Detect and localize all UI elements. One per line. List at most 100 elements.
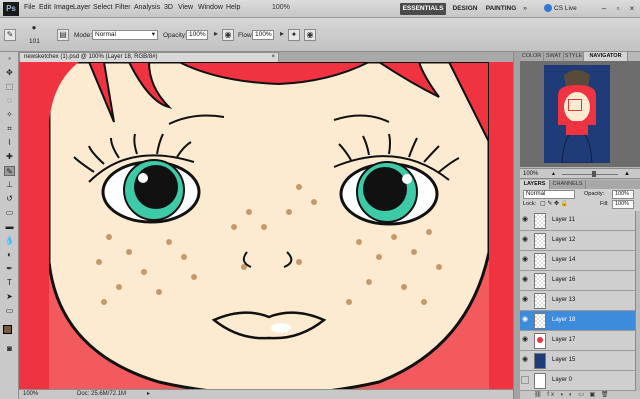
flow-input[interactable]: 100% xyxy=(252,30,274,40)
marquee-tool-icon[interactable]: ⬚ xyxy=(4,82,15,92)
visibility-eye-icon[interactable]: ◉ xyxy=(521,316,529,324)
menu-analysis[interactable]: Analysis xyxy=(134,4,160,11)
navigator-view-box[interactable] xyxy=(568,99,582,111)
brush-tool-icon[interactable]: ✎ xyxy=(4,166,15,176)
visibility-eye-icon[interactable]: ◉ xyxy=(521,336,529,344)
pressure-opacity-icon[interactable]: ◉ xyxy=(222,29,234,41)
layers-scrollbar[interactable] xyxy=(635,211,640,391)
zoom-out-icon[interactable]: ▴ xyxy=(552,169,555,179)
blend-mode-select[interactable]: Normal xyxy=(523,190,575,199)
tab-layers[interactable]: LAYERS xyxy=(520,180,550,189)
appbar-zoom-value[interactable]: 100% xyxy=(272,4,290,11)
maximize-icon[interactable]: ▫ xyxy=(612,3,624,14)
layer-name: Layer 17 xyxy=(552,337,576,343)
clone-stamp-tool-icon[interactable]: ⊥ xyxy=(4,180,15,190)
visibility-eye-icon[interactable]: ◉ xyxy=(521,236,529,244)
zoom-slider-thumb[interactable] xyxy=(592,171,596,177)
menu-help[interactable]: Help xyxy=(226,4,240,11)
tab-channels[interactable]: CHANNELS xyxy=(550,180,586,189)
workspace-essentials-button[interactable]: ESSENTIALS xyxy=(400,3,446,15)
zoom-in-icon[interactable]: ▲ xyxy=(624,169,630,179)
close-icon[interactable]: × xyxy=(626,3,638,14)
menu-select[interactable]: Select xyxy=(93,4,112,11)
foreground-color-swatch[interactable] xyxy=(3,325,12,334)
navigator-view[interactable] xyxy=(520,61,640,167)
gradient-tool-icon[interactable]: ▬ xyxy=(4,222,15,232)
layers-footer-icons[interactable]: ⛓ fx ◑ ◐ ▭ ▣ 🗑 xyxy=(520,391,640,399)
layer-name: Layer 12 xyxy=(552,237,576,243)
canvas[interactable] xyxy=(19,62,513,389)
cs-live-button[interactable]: CS Live xyxy=(544,3,577,15)
layers-opacity-input[interactable]: 100% xyxy=(612,190,634,199)
workspace-more-button[interactable]: » xyxy=(520,3,530,15)
mode-select[interactable]: Normal ▾ xyxy=(92,30,158,40)
zoom-slider[interactable] xyxy=(562,174,618,175)
left-pupil xyxy=(134,165,178,209)
type-tool-icon[interactable]: T xyxy=(4,278,15,288)
crop-tool-icon[interactable]: ⌗ xyxy=(4,124,15,134)
pressure-size-icon[interactable]: ◉ xyxy=(304,29,316,41)
visibility-eye-icon[interactable]: ◉ xyxy=(521,216,529,224)
workspace-design-button[interactable]: DESIGN xyxy=(450,3,480,15)
status-zoom[interactable]: 100% xyxy=(23,390,38,399)
layer-row[interactable]: ◉ Layer 16 xyxy=(520,271,635,291)
menu-image[interactable]: Image xyxy=(54,4,73,11)
navigator-zoom-value[interactable]: 100% xyxy=(523,169,538,179)
layer-row[interactable]: ◉ Layer 17 xyxy=(520,331,635,351)
minimize-icon[interactable]: – xyxy=(598,3,610,14)
eraser-tool-icon[interactable]: ▭ xyxy=(4,208,15,218)
tab-navigator[interactable]: NAVIGATOR xyxy=(584,52,628,61)
menu-layer[interactable]: Layer xyxy=(73,4,91,11)
visibility-eye-icon[interactable]: ◉ xyxy=(521,276,529,284)
status-arrow-icon[interactable]: ▸ xyxy=(147,390,150,399)
fill-input[interactable]: 100% xyxy=(612,200,634,209)
mode-label: Mode: xyxy=(74,32,93,39)
opacity-input[interactable]: 100% xyxy=(186,30,208,40)
workspace-painting-button[interactable]: PAINTING xyxy=(484,3,518,15)
menu-view[interactable]: View xyxy=(178,4,193,11)
pen-tool-icon[interactable]: ✒ xyxy=(4,264,15,274)
shape-tool-icon[interactable]: ▭ xyxy=(4,306,15,316)
tab-styles[interactable]: STYLE xyxy=(564,52,584,61)
brush-preset-icon[interactable]: ● xyxy=(28,23,40,35)
history-brush-tool-icon[interactable]: ↺ xyxy=(4,194,15,204)
lasso-tool-icon[interactable]: ◌ xyxy=(4,96,15,106)
move-tool-icon[interactable]: ✥ xyxy=(4,68,15,78)
layer-thumbnail xyxy=(534,313,546,329)
layer-row[interactable]: ◉ Layer 15 xyxy=(520,351,635,371)
tab-color[interactable]: COLOR xyxy=(520,52,544,61)
menu-window[interactable]: Window xyxy=(198,4,223,11)
layer-row[interactable]: ◉ Layer 0 xyxy=(520,371,635,391)
visibility-eye-icon[interactable]: ◉ xyxy=(521,296,529,304)
eyedropper-tool-icon[interactable]: ⌇ xyxy=(4,138,15,148)
collapse-tools-icon[interactable]: » xyxy=(4,54,15,64)
visibility-eye-icon[interactable]: ◉ xyxy=(521,256,529,264)
document-tab[interactable]: newsketchex (1).psd @ 100% (Layer 18, RG… xyxy=(19,52,279,62)
menu-edit[interactable]: Edit xyxy=(39,4,51,11)
dodge-tool-icon[interactable]: ◐ xyxy=(4,250,15,260)
brush-tool-icon[interactable]: ✎ xyxy=(4,29,16,41)
layer-row-selected[interactable]: ◉ Layer 18 xyxy=(520,311,635,331)
quick-mask-icon[interactable]: ◙ xyxy=(4,344,15,354)
right-panel-dock: COLOR SWAT STYLE NAVIGATOR 100% ▴ ▲ LAYE… xyxy=(513,52,640,399)
path-select-tool-icon[interactable]: ➤ xyxy=(4,292,15,302)
quick-select-tool-icon[interactable]: ✧ xyxy=(4,110,15,120)
menu-filter[interactable]: Filter xyxy=(115,4,131,11)
layer-row[interactable]: ◉ Layer 14 xyxy=(520,251,635,271)
layer-row[interactable]: ◉ Layer 13 xyxy=(520,291,635,311)
visibility-eye-icon[interactable]: ◉ xyxy=(521,376,529,384)
brush-panel-icon[interactable]: ▤ xyxy=(57,29,69,41)
tab-swatches[interactable]: SWAT xyxy=(544,52,564,61)
layer-row[interactable]: ◉ Layer 12 xyxy=(520,231,635,251)
close-tab-icon[interactable]: × xyxy=(271,53,275,62)
menu-file[interactable]: File xyxy=(24,4,35,11)
flow-arrow-icon[interactable]: ▸ xyxy=(276,29,288,41)
opacity-arrow-icon[interactable]: ▸ xyxy=(210,29,222,41)
blur-tool-icon[interactable]: 💧 xyxy=(4,236,15,246)
layer-row[interactable]: ◉ Layer 11 xyxy=(520,211,635,231)
lock-icons[interactable]: ▢ ✎ ✥ 🔒 xyxy=(540,200,568,207)
airbrush-icon[interactable]: ✦ xyxy=(288,29,300,41)
healing-brush-tool-icon[interactable]: ✚ xyxy=(4,152,15,162)
visibility-eye-icon[interactable]: ◉ xyxy=(521,356,529,364)
menu-3d[interactable]: 3D xyxy=(164,4,173,11)
